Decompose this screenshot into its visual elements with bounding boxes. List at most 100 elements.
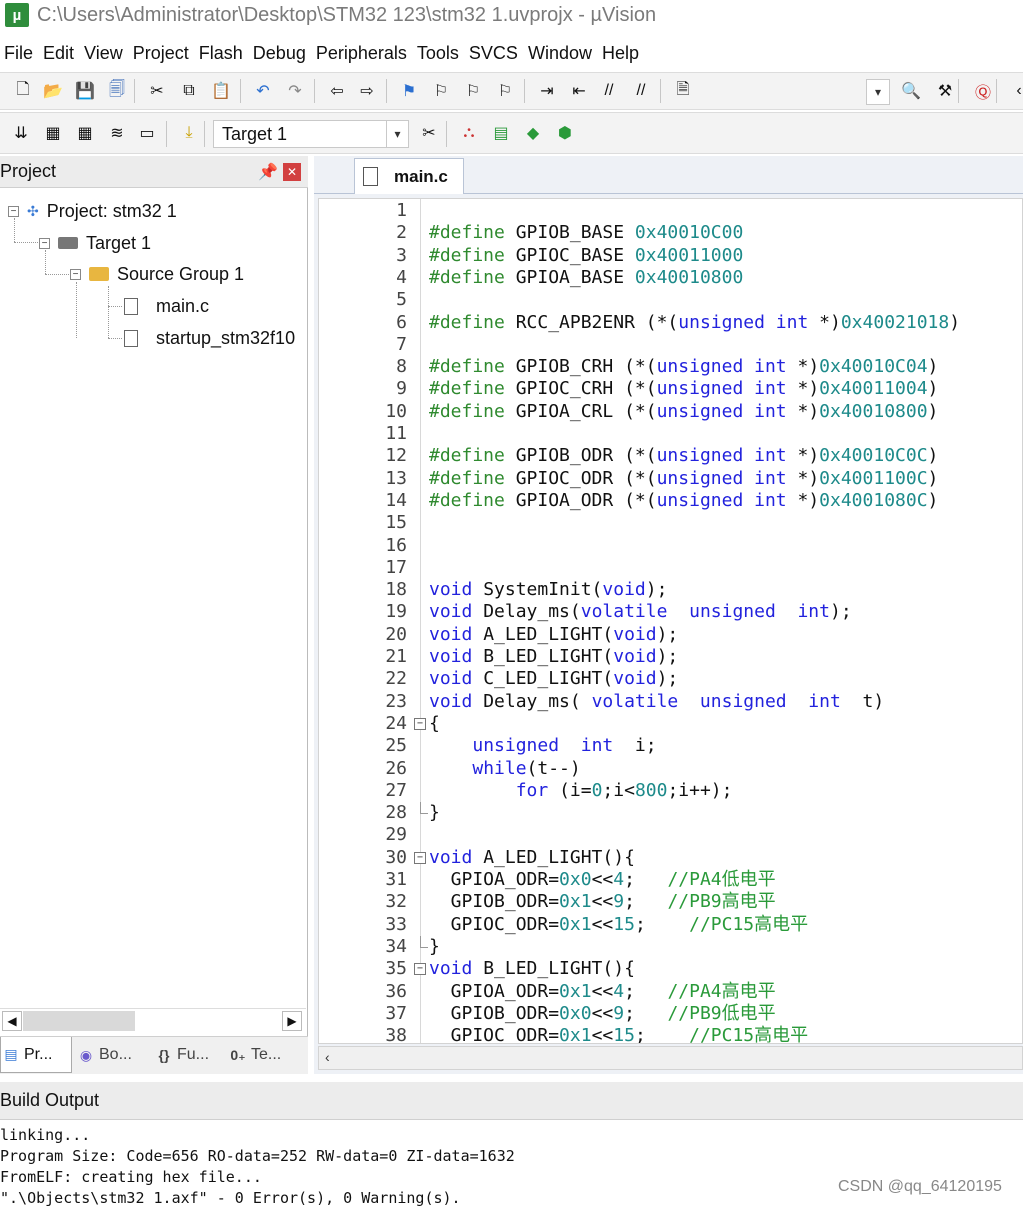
target-options-icon[interactable]: ✂ — [418, 122, 440, 144]
scroll-left-icon[interactable]: ◀ — [2, 1011, 22, 1031]
code-token: B_LED_LIGHT(){ — [483, 958, 635, 980]
copy-icon[interactable]: ⧉ — [178, 80, 200, 102]
code-token: *) — [797, 356, 820, 378]
tab-main-c[interactable]: main.c — [354, 158, 464, 194]
cut-icon[interactable]: ✂ — [146, 80, 168, 102]
manage-rte-icon[interactable]: ▤ — [490, 122, 512, 144]
indent-icon[interactable]: ⇥ — [536, 80, 558, 102]
collapse-icon[interactable]: − — [8, 205, 19, 217]
incremental-find-icon[interactable]: ⚒ — [934, 80, 956, 102]
scroll-right-icon[interactable]: ▶ — [282, 1011, 302, 1031]
fold-toggle-icon[interactable]: − — [414, 717, 426, 730]
code-editor[interactable]: 1 2 #define GPIOB_BASE 0x40010C00 3 #define … — [318, 198, 1023, 1044]
menu-file[interactable]: File — [0, 43, 38, 64]
tab-books[interactable]: ◉ Bo... — [76, 1037, 148, 1073]
menu-flash[interactable]: Flash — [194, 43, 248, 64]
tree-item-project[interactable]: − ✣ Project: stm32 1 — [8, 197, 177, 225]
menu-peripherals[interactable]: Peripherals — [311, 43, 412, 64]
code-text: void Delay_ms( volatile unsigned int t) — [429, 691, 884, 713]
save-all-icon[interactable]: 🗐 — [106, 80, 128, 102]
find-combo-dropdown[interactable]: ▾ — [866, 79, 890, 105]
code-token: ; — [624, 1002, 668, 1024]
rebuild-icon[interactable]: ▦ — [74, 122, 96, 144]
line-number: 38 — [385, 1025, 407, 1044]
project-horizontal-scrollbar[interactable]: ◀ ▶ — [0, 1008, 306, 1032]
toolbar-separator — [166, 121, 167, 147]
code-token: << — [591, 980, 614, 1002]
code-token: (i= — [559, 779, 592, 801]
tree-item-main-c[interactable]: main.c — [124, 292, 209, 320]
paste-icon[interactable]: 📋 — [210, 80, 232, 102]
target-select[interactable]: Target 1 ▾ — [213, 120, 409, 148]
find-in-files-icon[interactable]: 🗎 — [672, 80, 694, 102]
redo-icon[interactable]: ↷ — [284, 80, 306, 102]
collapse-icon[interactable]: − — [39, 237, 50, 249]
editor-horizontal-scrollbar[interactable]: ‹ — [318, 1046, 1023, 1070]
menu-view[interactable]: View — [79, 43, 128, 64]
fold-toggle-icon[interactable]: − — [414, 963, 426, 976]
menu-debug[interactable]: Debug — [248, 43, 311, 64]
translate-icon[interactable]: ⇊ — [10, 122, 32, 144]
find-icon[interactable]: 🔍 — [900, 80, 922, 102]
menu-project[interactable]: Project — [128, 43, 194, 64]
line-number: 27 — [385, 779, 407, 801]
code-token: 0x1 — [559, 913, 592, 935]
collapse-icon[interactable]: − — [70, 268, 81, 280]
tree-item-target[interactable]: − Target 1 — [39, 229, 151, 257]
code-token: GPIOA_CRL (*( — [515, 400, 657, 422]
toolbar-separator — [240, 79, 241, 103]
batch-build-icon[interactable]: ≋ — [106, 122, 128, 144]
tree-item-startup-file[interactable]: startup_stm32f10 — [124, 324, 295, 352]
manage-project-items-icon[interactable]: ⛬ — [458, 122, 480, 144]
tab-project[interactable]: ▤ Pr... — [0, 1037, 72, 1073]
navigate-forward-icon[interactable]: ⇨ — [356, 80, 378, 102]
more-icon[interactable]: ‹ — [1008, 80, 1023, 102]
scrollbar-thumb[interactable] — [23, 1011, 135, 1031]
tree-guide-line — [14, 242, 38, 243]
tab-templates[interactable]: 0₊ Te... — [228, 1037, 304, 1073]
code-text: #define RCC_APB2ENR (*(unsigned int *)0x… — [429, 312, 960, 334]
debug-session-icon[interactable]: Ⓠ — [972, 80, 994, 102]
code-token: #define — [429, 489, 516, 511]
open-file-icon[interactable]: 📂 — [42, 80, 64, 102]
chevron-down-icon[interactable]: ▾ — [386, 121, 408, 147]
file-icon — [363, 167, 378, 186]
tab-functions[interactable]: {} Fu... — [154, 1037, 226, 1073]
menu-window[interactable]: Window — [523, 43, 597, 64]
line-number: 37 — [385, 1002, 407, 1024]
close-icon[interactable]: ✕ — [283, 163, 301, 181]
tree-item-source-group[interactable]: − Source Group 1 — [70, 260, 244, 288]
new-file-icon[interactable]: 🗋 — [12, 80, 34, 102]
line-number: 1 — [396, 200, 407, 221]
menu-help[interactable]: Help — [597, 43, 644, 64]
code-token: Delay_ms( — [483, 690, 592, 712]
select-packs-icon[interactable]: ◆ — [522, 122, 544, 144]
download-icon[interactable]: ⤓ — [178, 122, 200, 144]
undo-icon[interactable]: ↶ — [252, 80, 274, 102]
save-icon[interactable]: 💾 — [74, 80, 96, 102]
build-icon[interactable]: ▦ — [42, 122, 64, 144]
pack-installer-icon[interactable]: ⬢ — [554, 122, 576, 144]
line-number: 6 — [396, 311, 407, 333]
stop-build-icon[interactable]: ▭ — [136, 122, 158, 144]
pin-icon[interactable]: 📌 — [258, 162, 278, 182]
folder-icon — [89, 267, 109, 281]
previous-bookmark-icon[interactable]: ⚐ — [430, 80, 452, 102]
scroll-left-icon[interactable]: ‹ — [325, 1049, 330, 1065]
uncomment-icon[interactable]: // — [630, 80, 652, 102]
clear-bookmarks-icon[interactable]: ⚐ — [494, 80, 516, 102]
line-number: 30 — [385, 846, 407, 868]
uvision-app-icon: µ — [5, 3, 29, 27]
code-token: void — [429, 690, 484, 712]
line-number: 19 — [385, 601, 407, 623]
insert-bookmark-icon[interactable]: ⚑ — [398, 80, 420, 102]
unindent-icon[interactable]: ⇤ — [568, 80, 590, 102]
line-number: 9 — [396, 378, 407, 400]
fold-toggle-icon[interactable]: − — [414, 851, 426, 864]
navigate-back-icon[interactable]: ⇦ — [326, 80, 348, 102]
menu-tools[interactable]: Tools — [412, 43, 464, 64]
next-bookmark-icon[interactable]: ⚐ — [462, 80, 484, 102]
menu-svcs[interactable]: SVCS — [464, 43, 523, 64]
menu-edit[interactable]: Edit — [38, 43, 79, 64]
comment-icon[interactable]: // — [598, 80, 620, 102]
